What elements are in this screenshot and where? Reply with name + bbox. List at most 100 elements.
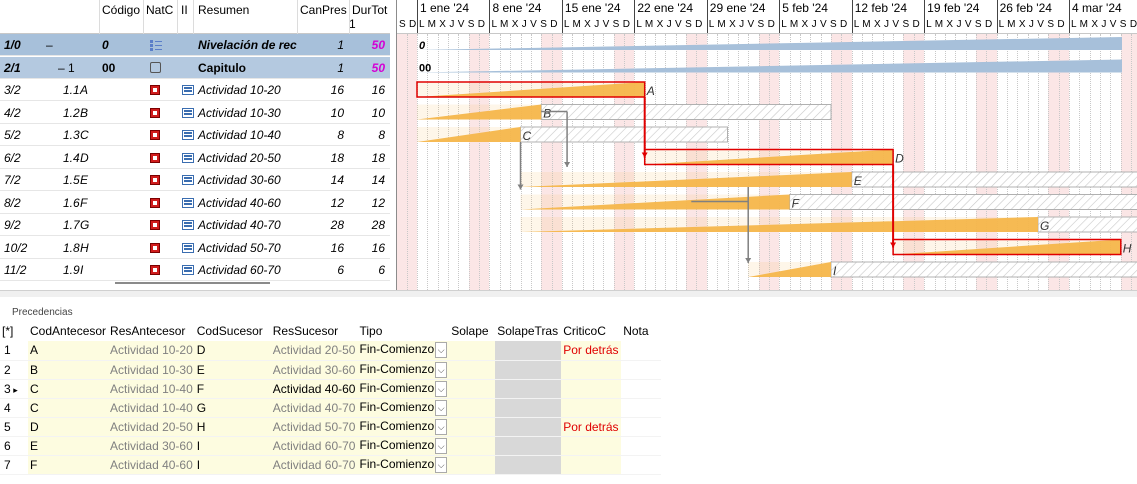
tree-row[interactable]: 1/0 – 0 Nivelación de rec 1 50 — [0, 34, 390, 56]
tipo-select[interactable]: Fin-Comienzo ⌵ — [357, 417, 450, 437]
chevron-down-icon[interactable]: ⌵ — [435, 361, 448, 378]
critico-cell[interactable]: Por detrás — [561, 417, 622, 437]
col-resumen[interactable]: Resumen — [198, 3, 249, 17]
chevron-down-icon[interactable]: ⌵ — [435, 399, 448, 416]
cod-sucesor[interactable]: D — [194, 341, 271, 361]
chevron-down-icon[interactable]: ⌵ — [435, 456, 448, 473]
critico-cell[interactable] — [561, 398, 622, 418]
nota-cell[interactable] — [621, 417, 662, 437]
cod-antecesor[interactable]: A — [28, 341, 109, 361]
tipo-select[interactable]: Fin-Comienzo ⌵ — [357, 341, 450, 361]
chevron-down-icon[interactable]: ⌵ — [435, 437, 448, 454]
precedence-row[interactable]: 3 ▸ C Actividad 10-40 F Actividad 40-60 Fin-C… — [0, 379, 662, 399]
tree-row[interactable]: 2/1 – 1 00 Capitulo 1 50 — [0, 56, 390, 79]
critico-cell[interactable] — [561, 436, 622, 456]
cod-antecesor[interactable]: C — [28, 379, 109, 399]
nota-cell[interactable] — [621, 455, 662, 475]
chevron-down-icon[interactable]: ⌵ — [435, 342, 448, 359]
col-nota[interactable]: Nota — [621, 321, 661, 341]
tree-row[interactable]: 9/2 1.7 G Actividad 40-70 28 28 — [0, 214, 390, 236]
res-antecesor[interactable]: Actividad 10-20 — [108, 341, 195, 361]
tree-row[interactable]: 5/2 1.3 C Actividad 10-40 8 8 — [0, 124, 390, 146]
solapetras-cell[interactable] — [495, 341, 562, 361]
res-sucesor[interactable]: Actividad 60-70 — [270, 436, 358, 456]
solape-cell[interactable] — [449, 455, 496, 475]
chevron-down-icon[interactable]: ⌵ — [435, 418, 448, 435]
critico-cell[interactable] — [561, 379, 622, 399]
tipo-select[interactable]: Fin-Comienzo ⌵ — [357, 455, 450, 475]
col-codsucesor[interactable]: CodSucesor — [195, 321, 271, 341]
res-sucesor[interactable]: Actividad 50-70 — [270, 417, 358, 437]
res-antecesor[interactable]: Actividad 10-30 — [108, 360, 195, 380]
res-antecesor[interactable]: Actividad 10-40 — [108, 379, 195, 399]
col-natc[interactable]: NatC — [146, 3, 173, 17]
cod-antecesor[interactable]: D — [28, 417, 109, 437]
solape-cell[interactable] — [449, 360, 496, 380]
panel-splitter[interactable] — [0, 290, 1137, 297]
nota-cell[interactable] — [621, 436, 662, 456]
solapetras-cell[interactable] — [495, 379, 562, 399]
nota-cell[interactable] — [621, 360, 662, 380]
col-ressucesor[interactable]: ResSucesor — [271, 321, 358, 341]
critico-cell[interactable] — [561, 360, 622, 380]
res-antecesor[interactable]: Actividad 10-40 — [108, 398, 195, 418]
tipo-select[interactable]: Fin-Comienzo ⌵ — [357, 436, 450, 456]
solapetras-cell[interactable] — [495, 398, 562, 418]
cod-antecesor[interactable]: F — [28, 455, 109, 475]
tree-row[interactable]: 3/2 1.1 A Actividad 10-20 16 16 — [0, 79, 390, 101]
solape-cell[interactable] — [449, 341, 496, 361]
tree-scroll-thumb[interactable] — [115, 282, 270, 284]
solapetras-cell[interactable] — [495, 436, 562, 456]
col-codantecesor[interactable]: CodAntecesor — [28, 321, 108, 341]
tree-row[interactable]: 8/2 1.6 F Actividad 40-60 12 12 — [0, 192, 390, 214]
col-criticoc[interactable]: CriticoC — [561, 321, 621, 341]
solape-cell[interactable] — [449, 379, 496, 399]
col-ii[interactable]: II — [181, 3, 188, 17]
precedence-row[interactable]: 4 C Actividad 10-40 G Actividad 40-70 Fin-Com… — [0, 398, 662, 418]
col-durtot[interactable]: DurTot — [352, 3, 387, 17]
cod-sucesor[interactable]: G — [194, 398, 271, 418]
critico-cell[interactable] — [561, 455, 622, 475]
tipo-select[interactable]: Fin-Comienzo ⌵ — [357, 379, 450, 399]
tree-row[interactable]: 4/2 1.2 B Actividad 10-30 10 10 — [0, 102, 390, 124]
critico-cell[interactable]: Por detrás — [561, 341, 622, 361]
solapetras-cell[interactable] — [495, 360, 562, 380]
cod-antecesor[interactable]: B — [28, 360, 109, 380]
col-[interactable]: [*] — [0, 321, 28, 341]
res-antecesor[interactable]: Actividad 20-50 — [108, 417, 195, 437]
col-resantecesor[interactable]: ResAntecesor — [108, 321, 195, 341]
col-tipo[interactable]: Tipo — [357, 321, 449, 341]
tree-row[interactable]: 6/2 1.4 D Actividad 20-50 18 18 — [0, 147, 390, 169]
col-solape[interactable]: Solape — [449, 321, 495, 341]
tree-row[interactable]: 7/2 1.5 E Actividad 30-60 14 14 — [0, 169, 390, 191]
precedence-row[interactable]: 5 D Actividad 20-50 H Actividad 50-70 Fin-Com… — [0, 417, 662, 437]
col-solapetras[interactable]: SolapeTras — [495, 321, 561, 341]
cod-sucesor[interactable]: I — [194, 436, 271, 456]
nota-cell[interactable] — [621, 379, 662, 399]
cod-antecesor[interactable]: C — [28, 398, 109, 418]
res-antecesor[interactable]: Actividad 40-60 — [108, 455, 195, 475]
precedence-row[interactable]: 7 F Actividad 40-60 I Actividad 60-70 Fin-Com… — [0, 455, 662, 475]
res-sucesor[interactable]: Actividad 40-70 — [270, 398, 358, 418]
solape-cell[interactable] — [449, 417, 496, 437]
cod-sucesor[interactable]: E — [194, 360, 271, 380]
solapetras-cell[interactable] — [495, 455, 562, 475]
cod-sucesor[interactable]: F — [194, 379, 271, 399]
solape-cell[interactable] — [449, 398, 496, 418]
res-antecesor[interactable]: Actividad 30-60 — [108, 436, 195, 456]
precedence-row[interactable]: 1 A Actividad 10-20 D Actividad 20-50 Fin-Com… — [0, 341, 662, 361]
col-canpres[interactable]: CanPres — [300, 3, 347, 17]
tipo-select[interactable]: Fin-Comienzo ⌵ — [357, 360, 450, 380]
solape-cell[interactable] — [449, 436, 496, 456]
tree-row[interactable]: 11/2 1.9 I Actividad 60-70 6 6 — [0, 259, 390, 281]
solapetras-cell[interactable] — [495, 417, 562, 437]
res-sucesor[interactable]: Actividad 60-70 — [270, 455, 358, 475]
chevron-down-icon[interactable]: ⌵ — [435, 380, 448, 397]
tipo-select[interactable]: Fin-Comienzo ⌵ — [357, 398, 450, 418]
res-sucesor[interactable]: Actividad 40-60 — [270, 379, 358, 399]
res-sucesor[interactable]: Actividad 30-60 — [270, 360, 358, 380]
precedence-row[interactable]: 2 B Actividad 10-30 E Actividad 30-60 Fin-Com… — [0, 360, 662, 380]
tree-row[interactable]: 10/2 1.8 H Actividad 50-70 16 16 — [0, 237, 390, 259]
cod-sucesor[interactable]: I — [194, 455, 271, 475]
precedence-row[interactable]: 6 E Actividad 30-60 I Actividad 60-70 Fin-Com… — [0, 436, 662, 456]
